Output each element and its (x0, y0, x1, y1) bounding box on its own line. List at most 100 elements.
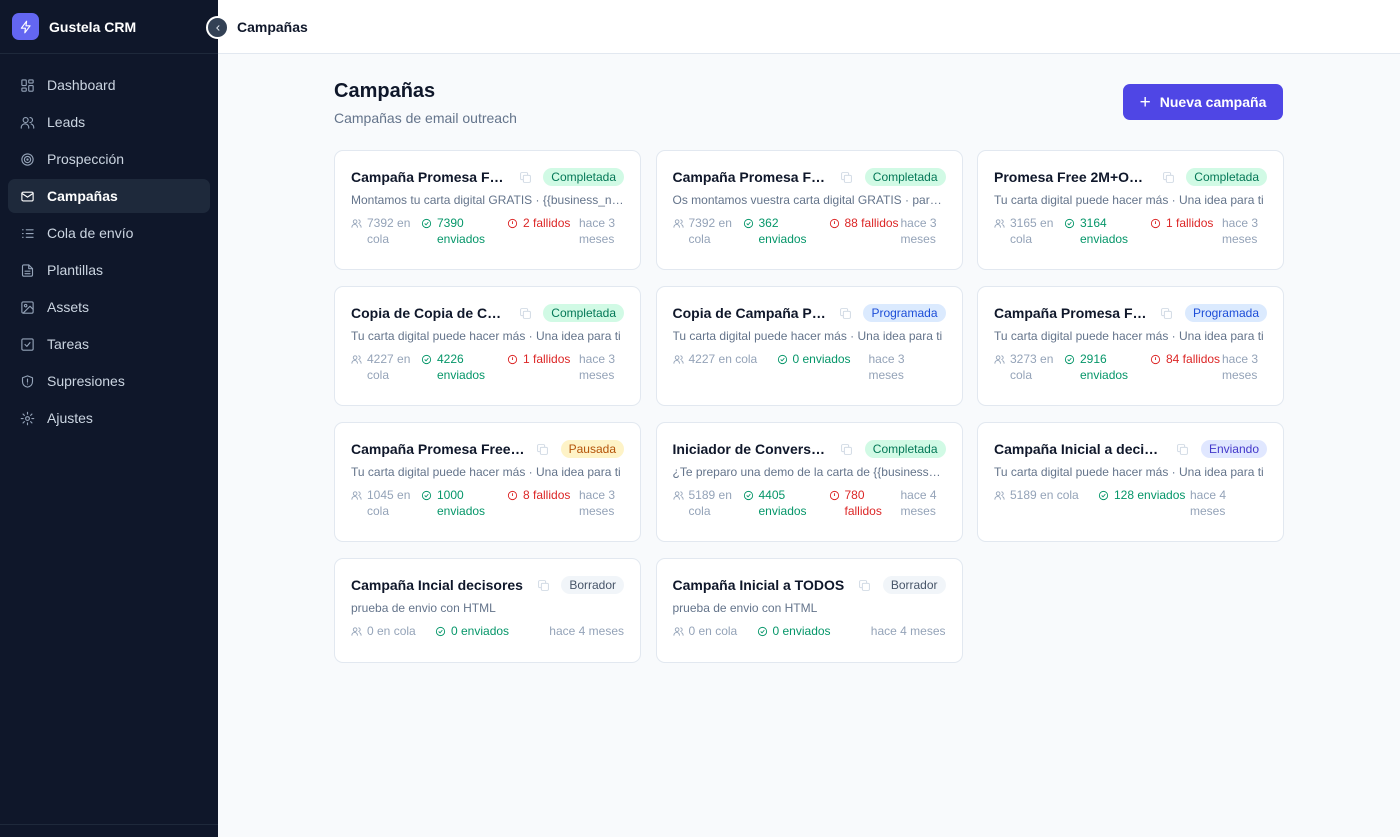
copy-icon[interactable] (839, 441, 855, 457)
failed-stat: 1 fallidos (507, 352, 579, 383)
sidebar-item-cola-de-envio[interactable]: Cola de envío (8, 216, 210, 250)
time-stat: hace 3 meses (1222, 216, 1259, 246)
check-circle-icon (1064, 218, 1076, 230)
users-icon (994, 490, 1006, 502)
campaign-card[interactable]: Campaña Promesa Free 2M Programada Tu cart… (977, 286, 1284, 406)
queue-count: 1045 en cola (367, 488, 411, 518)
campaign-title[interactable]: Campaña Promesa Free 2M (673, 169, 829, 185)
copy-icon[interactable] (517, 169, 533, 185)
campaign-stats: 7392 en cola 7390 enviados 2 fallidos hace … (351, 216, 624, 247)
campaign-title[interactable]: Copia de Copia de Campaña (351, 305, 507, 321)
campaign-stats: 5189 en cola 4405 enviados 780 fallidos hac… (672, 488, 946, 519)
campaign-stats: 4227 en cola 4226 enviados 1 fallidos hace … (351, 352, 624, 383)
copy-icon[interactable] (1175, 441, 1191, 457)
sent-count: 4405 enviados (758, 488, 807, 518)
campaign-title[interactable]: Campaña Promesa Free 2M (351, 441, 525, 457)
copy-icon[interactable] (535, 577, 551, 593)
status-badge: Completada (864, 168, 946, 186)
campaign-card-header: Copia de Campaña Promesa Programada (673, 302, 946, 324)
copy-icon[interactable] (517, 305, 533, 321)
sent-count: 1000 enviados (437, 488, 486, 518)
campaign-card[interactable]: Copia de Campaña Promesa Programada Tu car… (655, 286, 963, 406)
copy-icon[interactable] (1159, 305, 1175, 321)
sidebar-item-leads[interactable]: Leads (8, 105, 210, 139)
campaign-title[interactable]: Iniciador de Conversación (673, 441, 829, 457)
queue-stat: 7392 en cola (672, 216, 743, 247)
campaign-card[interactable]: Campaña Promesa Free 2M Completada Os mont… (655, 150, 963, 270)
campaign-grid: Campaña Promesa Free 2M Completada Montamo… (334, 150, 1284, 663)
shield-icon (19, 373, 35, 389)
sidebar-item-tareas[interactable]: Tareas (8, 327, 210, 361)
queue-count: 4227 en cola (367, 352, 411, 382)
alert-circle-icon (507, 490, 519, 502)
collapse-sidebar-button[interactable] (206, 16, 229, 39)
campaign-card[interactable]: Iniciador de Conversación Completada ¿Te p… (655, 422, 963, 542)
target-icon (19, 151, 35, 167)
campaign-card[interactable]: Campaña Inicial a decisores Enviando Tu ca… (977, 422, 1284, 542)
campaign-title[interactable]: Copia de Campaña Promesa (673, 305, 828, 321)
campaign-card-header: Campaña Inicial a decisores Enviando (994, 438, 1267, 460)
users-icon (351, 626, 363, 638)
queue-count: 4227 en cola (688, 352, 758, 366)
campaign-card[interactable]: Campaña Promesa Free 2M Completada Montamo… (334, 150, 641, 270)
campaign-card-header: Campaña Promesa Free 2M Completada (351, 166, 624, 188)
campaign-card-header: Campaña Incial decisores Borrador (351, 574, 624, 596)
sidebar-item-ajustes[interactable]: Ajustes (8, 401, 210, 435)
copy-icon[interactable] (837, 305, 853, 321)
campaign-description: Montamos tu carta digital GRATIS · {{bus… (351, 193, 624, 207)
campaign-card[interactable]: Promesa Free 2M+Onboarding Completada Tu c… (977, 150, 1284, 270)
campaign-description: Tu carta digital puede hacer más · Una i… (994, 465, 1264, 479)
copy-icon[interactable] (839, 169, 855, 185)
sidebar-item-campanas[interactable]: Campañas (8, 179, 210, 213)
failed-count: 88 fallidos (844, 216, 899, 230)
new-campaign-button[interactable]: + Nueva campaña (1123, 84, 1283, 120)
brand[interactable]: Gustela CRM (0, 0, 218, 54)
campaign-description: prueba de envio con HTML (672, 601, 818, 615)
sidebar-item-dashboard[interactable]: Dashboard (8, 68, 210, 102)
copy-icon[interactable] (857, 577, 873, 593)
status-badge: Completada (543, 304, 624, 322)
campaign-title[interactable]: Campaña Inicial a TODOS (673, 577, 847, 593)
copy-icon[interactable] (535, 441, 551, 457)
sent-stat: 0 enviados (435, 624, 545, 640)
status-badge: Completada (864, 440, 946, 458)
campaign-card[interactable]: Copia de Copia de Campaña Completada Tu ca… (334, 286, 641, 406)
campaign-card[interactable]: Campaña Incial decisores Borrador prueba d… (334, 558, 641, 663)
failed-stat: 84 fallidos (1150, 352, 1222, 383)
campaign-description: Tu carta digital puede hacer más · Una i… (351, 329, 621, 343)
campaign-stats: 3165 en cola 3164 enviados 1 fallidos hace … (994, 216, 1267, 247)
sidebar-item-label: Dashboard (47, 77, 116, 93)
campaign-title[interactable]: Promesa Free 2M+Onboarding (994, 169, 1150, 185)
check-circle-icon (743, 218, 755, 230)
chevron-left-icon (215, 24, 220, 31)
sidebar-item-prospeccion[interactable]: Prospección (8, 142, 210, 176)
campaign-title[interactable]: Campaña Promesa Free 2M (994, 305, 1149, 321)
sidebar-item-label: Leads (47, 114, 86, 130)
queue-count: 0 en cola (688, 624, 738, 638)
campaign-title[interactable]: Campaña Inicial a decisores (994, 441, 1165, 457)
failed-count: 1 fallidos (523, 352, 571, 366)
file-text-icon (19, 262, 35, 278)
status-badge: Completada (543, 168, 624, 186)
sidebar-item-assets[interactable]: Assets (8, 290, 210, 324)
campaign-card[interactable]: Campaña Inicial a TODOS Borrador prueba de… (655, 558, 963, 663)
campaign-description: Tu carta digital puede hacer más · Una i… (994, 193, 1264, 207)
failed-count: 780 fallidos (844, 488, 882, 518)
sidebar-item-plantillas[interactable]: Plantillas (8, 253, 210, 287)
campaign-description: Tu carta digital puede hacer más · Una i… (994, 329, 1264, 343)
campaign-description: ¿Te preparo una demo de la carta de {{bu… (672, 465, 946, 479)
campaign-card[interactable]: Campaña Promesa Free 2M Pausada Tu carta d… (334, 422, 641, 542)
campaign-card-header: Copia de Copia de Campaña Completada (351, 302, 624, 324)
sent-stat: 3164 enviados (1064, 216, 1150, 247)
campaign-title[interactable]: Campaña Incial decisores (351, 577, 525, 593)
breadcrumb: Campañas (237, 18, 308, 35)
campaign-stats: 5189 en cola 128 enviados hace 4 meses (994, 488, 1267, 519)
campaign-title[interactable]: Campaña Promesa Free 2M (351, 169, 507, 185)
campaign-card-header: Promesa Free 2M+Onboarding Completada (994, 166, 1267, 188)
copy-icon[interactable] (1160, 169, 1176, 185)
time-stat: hace 4 meses (549, 624, 624, 638)
users-icon (351, 354, 363, 366)
sidebar-item-supresiones[interactable]: Supresiones (8, 364, 210, 398)
users-icon (672, 218, 685, 230)
queue-count: 0 en cola (367, 624, 416, 638)
